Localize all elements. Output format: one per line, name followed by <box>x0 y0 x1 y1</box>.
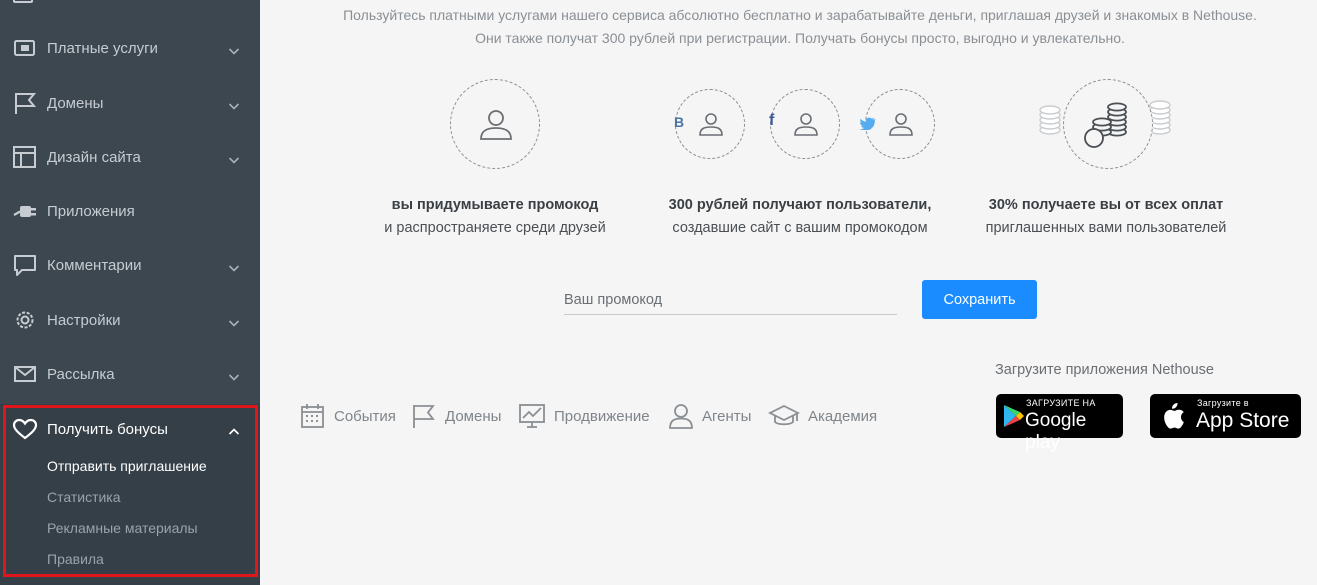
footer-link-label: Домены <box>445 407 502 425</box>
footer-link-label: Академия <box>808 407 878 425</box>
sidebar-top-partial-icon <box>12 0 38 6</box>
sidebar-item-label: Дизайн сайта <box>47 148 141 166</box>
step-2-subtitle: создавшие сайт с вашим промокодом <box>672 220 928 236</box>
sidebar-subitem-ad-materials[interactable]: Рекламные материалы <box>47 520 198 536</box>
download-apps-text: Загрузите приложения Nethouse <box>995 362 1214 378</box>
chevron-down-icon <box>228 315 240 327</box>
sidebar-item-paid-services[interactable]: Платные услуги <box>0 21 260 75</box>
sidebar-item-label: Домены <box>47 94 104 112</box>
sidebar-item-label: Приложения <box>47 202 135 220</box>
layout-icon <box>12 145 38 169</box>
footer-link-label: События <box>334 407 396 425</box>
sidebar-item-settings[interactable]: Настройки <box>0 293 260 347</box>
step-1-title: вы придумываете промокод <box>391 197 599 213</box>
footer-link-promotion[interactable]: Продвижение <box>518 398 650 434</box>
comment-icon <box>12 253 38 277</box>
sidebar-item-label: Комментарии <box>47 256 142 274</box>
sidebar-item-site-design[interactable]: Дизайн сайта <box>0 130 260 184</box>
sidebar-subitem-send-invite[interactable]: Отправить приглашение <box>47 458 207 474</box>
sidebar-item-label: Рассылка <box>47 365 115 383</box>
footer-link-academy[interactable]: Академия <box>768 398 877 434</box>
twitter-user-circle <box>860 89 935 159</box>
flag-icon <box>413 405 435 428</box>
gear-icon <box>12 308 38 332</box>
app-store-small-text: Загрузите в <box>1197 398 1249 408</box>
vk-user-circle: В <box>674 89 745 159</box>
user-icon <box>480 110 512 140</box>
graduation-cap-icon <box>768 404 800 426</box>
sidebar-item-apps[interactable]: Приложения <box>0 184 260 238</box>
step-2-title: 300 рублей получают пользователи, <box>668 197 932 213</box>
sidebar-item-mailing[interactable]: Рассылка <box>0 347 260 401</box>
save-button[interactable]: Сохранить <box>922 280 1037 319</box>
footer-link-label: Продвижение <box>554 407 650 425</box>
wallet-icon <box>12 36 38 60</box>
calendar-icon <box>301 404 324 428</box>
promo-code-input[interactable] <box>564 286 897 315</box>
step-3-subtitle: приглашенных вами пользователей <box>985 220 1227 236</box>
sidebar-subitem-rules[interactable]: Правила <box>47 551 104 567</box>
facebook-icon: f <box>769 112 775 129</box>
step-1-subtitle: и распространяете среди друзей <box>384 220 606 236</box>
chevron-down-icon <box>228 152 240 164</box>
app-store-big-text: App Store <box>1196 409 1290 432</box>
chevron-down-icon <box>228 260 240 272</box>
google-play-big-text: Google play <box>1025 410 1087 453</box>
sidebar-item-label: Платные услуги <box>47 39 158 57</box>
footer-link-domains[interactable]: Домены <box>411 398 501 434</box>
coin-stack-left-icon <box>1039 105 1061 135</box>
sidebar-item-label: Получить бонусы <box>47 420 168 438</box>
sidebar-item-get-bonuses[interactable]: Получить бонусы <box>0 402 260 456</box>
google-play-small-text: ЗАГРУЗИТЕ НА <box>1026 398 1096 408</box>
step-1-circle <box>450 79 540 169</box>
user-icon <box>669 404 693 429</box>
footer-link-agents[interactable]: Агенты <box>668 398 751 434</box>
sidebar-item-comments[interactable]: Комментарии <box>0 238 260 292</box>
chevron-up-icon <box>228 424 240 435</box>
vk-icon: В <box>674 114 685 130</box>
chevron-down-icon <box>228 369 240 381</box>
user-icon <box>699 113 723 136</box>
app-store-button[interactable]: Загрузите в App Store <box>1150 394 1301 438</box>
step-3-circle <box>1063 79 1153 169</box>
chart-icon <box>519 404 545 428</box>
user-icon <box>794 113 818 136</box>
sidebar: Платные услуги Домены Дизайн сайта Прило… <box>0 0 260 585</box>
mail-icon <box>12 362 38 386</box>
sidebar-item-domains[interactable]: Домены <box>0 76 260 130</box>
google-play-icon <box>1004 405 1024 427</box>
user-icon <box>889 113 913 136</box>
intro-text-line-2: Они также получат 300 рублей при регистр… <box>475 30 1125 46</box>
intro-text-line-1: Пользуйтесь платными услугами нашего сер… <box>343 7 1257 23</box>
apple-icon <box>1164 403 1184 429</box>
facebook-user-circle: f <box>769 89 840 159</box>
chevron-down-icon <box>228 43 240 55</box>
heart-icon <box>12 417 38 441</box>
flag-icon <box>12 91 38 115</box>
coins-icon <box>1084 102 1127 148</box>
step-3-title: 30% получаете вы от всех оплат <box>988 197 1224 213</box>
footer-link-events[interactable]: События <box>300 398 396 434</box>
plug-icon <box>12 199 38 223</box>
google-play-button[interactable]: ЗАГРУЗИТЕ НА Google play <box>996 394 1123 453</box>
sidebar-item-label: Настройки <box>47 311 121 329</box>
sidebar-subitem-statistics[interactable]: Статистика <box>47 489 121 505</box>
chevron-down-icon <box>228 98 240 110</box>
twitter-icon <box>860 117 876 130</box>
footer-link-label: Агенты <box>702 407 752 425</box>
